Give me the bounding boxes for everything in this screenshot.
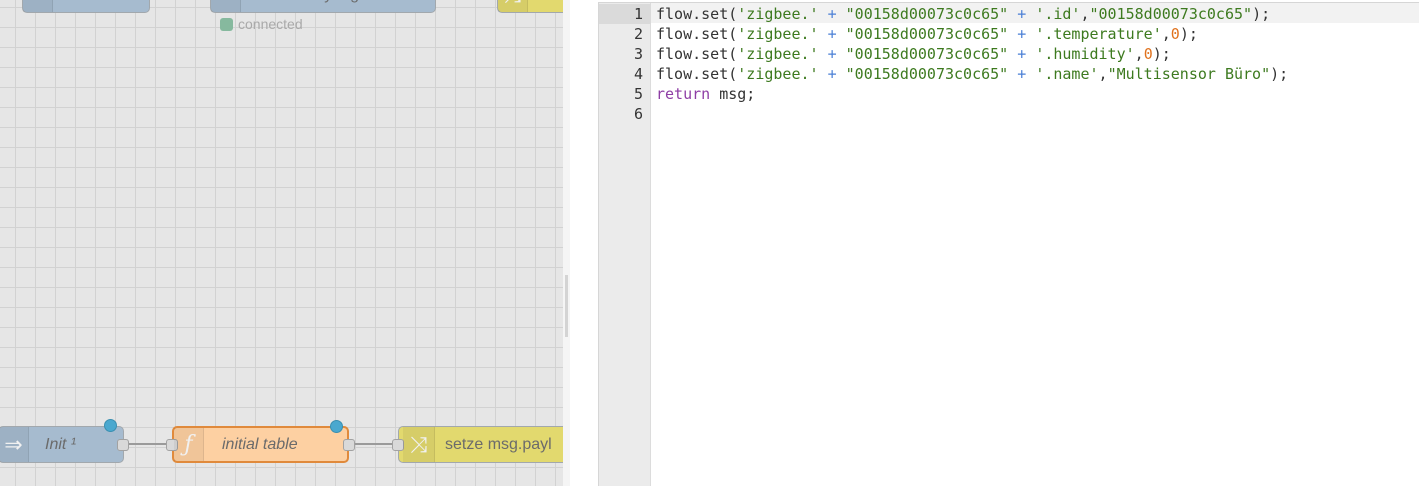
code-token: '.temperature' xyxy=(1035,25,1162,43)
code-token: , xyxy=(1161,25,1171,43)
line-number: 1 xyxy=(599,4,651,24)
line-number: 6 xyxy=(633,105,643,123)
status-indicator-icon xyxy=(220,17,233,31)
flow-canvas[interactable]: ⇒ Init Availability Zigbee ⤨ se connecte… xyxy=(0,0,563,486)
code-token: 'zigbee.' xyxy=(737,25,819,43)
line-number: 2 xyxy=(633,25,643,43)
code-line[interactable]: flow.set('zigbee.' + "00158d00073c0c65" … xyxy=(656,44,1171,64)
code-token: ); xyxy=(1270,65,1289,83)
code-token: '.humidity' xyxy=(1035,45,1135,63)
code-token: "00158d00073c0c65" xyxy=(845,5,1009,23)
code-token: , xyxy=(1098,65,1108,83)
code-line[interactable]: flow.set('zigbee.' + "00158d00073c0c65" … xyxy=(656,64,1288,84)
line-number: 3 xyxy=(633,45,643,63)
node-label: Init ¹ xyxy=(45,435,77,453)
code-token: 0 xyxy=(1143,45,1153,63)
code-token: 'zigbee.' xyxy=(737,45,819,63)
code-token: + xyxy=(1008,65,1036,83)
code-token: return xyxy=(656,85,711,103)
code-token: + xyxy=(818,65,846,83)
code-token: , xyxy=(1134,45,1144,63)
code-token: msg; xyxy=(710,85,756,103)
changed-indicator xyxy=(104,419,117,432)
code-line[interactable]: flow.set('zigbee.' + "00158d00073c0c65" … xyxy=(656,4,1270,24)
code-token: "Multisensor Büro" xyxy=(1107,65,1271,83)
node-change-top[interactable]: ⤨ se xyxy=(497,0,563,13)
node-label: Availability Zigbee xyxy=(257,0,386,12)
node-label: initial table xyxy=(222,435,298,453)
node-inject-init[interactable]: ⇒ Init ¹ xyxy=(0,419,129,463)
node-icon xyxy=(211,0,241,12)
status-connected: connected xyxy=(220,16,303,32)
changed-indicator xyxy=(330,420,343,433)
output-port[interactable] xyxy=(343,439,355,451)
shuffle-icon: ⤨ xyxy=(403,427,435,462)
node-availability-zigbee[interactable]: Availability Zigbee xyxy=(210,0,436,13)
output-port[interactable] xyxy=(117,439,129,451)
code-token: "00158d00073c0c65" xyxy=(845,65,1009,83)
code-token: ); xyxy=(1152,45,1171,63)
code-token: '.id' xyxy=(1035,5,1081,23)
code-token: ); xyxy=(1179,25,1198,43)
code-token: , xyxy=(1080,5,1090,23)
splitter-grip[interactable] xyxy=(565,275,568,337)
code-token: 0 xyxy=(1170,25,1180,43)
node-change-setze[interactable]: ⤨ setze msg.payl xyxy=(392,426,563,463)
code-token: "00158d00073c0c65" xyxy=(845,45,1009,63)
node-label: se xyxy=(544,0,561,12)
code-line[interactable]: return msg; xyxy=(656,84,755,104)
code-token: "00158d00073c0c65" xyxy=(1089,5,1253,23)
node-inject-init-top[interactable]: ⇒ Init xyxy=(22,0,150,13)
code-token: + xyxy=(818,45,846,63)
code-line[interactable]: flow.set('zigbee.' + "00158d00073c0c65" … xyxy=(656,24,1198,44)
code-editor[interactable]: 123456 flow.set('zigbee.' + "00158d00073… xyxy=(598,2,1419,486)
code-token: flow.set( xyxy=(656,25,738,43)
shuffle-icon: ⤨ xyxy=(498,0,528,12)
line-number: 4 xyxy=(633,65,643,83)
code-token: '.name' xyxy=(1035,65,1099,83)
code-token: flow.set( xyxy=(656,5,738,23)
line-number: 5 xyxy=(633,85,643,103)
node-function-initial-table[interactable]: ƒ initial table xyxy=(166,420,355,463)
code-token: + xyxy=(1008,25,1036,43)
code-token: ); xyxy=(1252,5,1271,23)
code-token: 'zigbee.' xyxy=(737,65,819,83)
code-token: + xyxy=(818,25,846,43)
node-label: Init xyxy=(69,0,90,12)
function-icon: ƒ xyxy=(174,428,204,461)
code-token: + xyxy=(1008,5,1036,23)
arrow-right-icon: ⇒ xyxy=(0,427,29,462)
arrow-right-icon: ⇒ xyxy=(23,0,53,12)
code-token: flow.set( xyxy=(656,65,738,83)
code-token: "00158d00073c0c65" xyxy=(845,25,1009,43)
node-label: setze msg.payl xyxy=(445,435,552,453)
code-token: + xyxy=(818,5,846,23)
code-token: 'zigbee.' xyxy=(737,5,819,23)
status-text: connected xyxy=(238,16,303,32)
code-token: + xyxy=(1008,45,1036,63)
panel-splitter[interactable] xyxy=(563,0,570,486)
code-token: flow.set( xyxy=(656,45,738,63)
